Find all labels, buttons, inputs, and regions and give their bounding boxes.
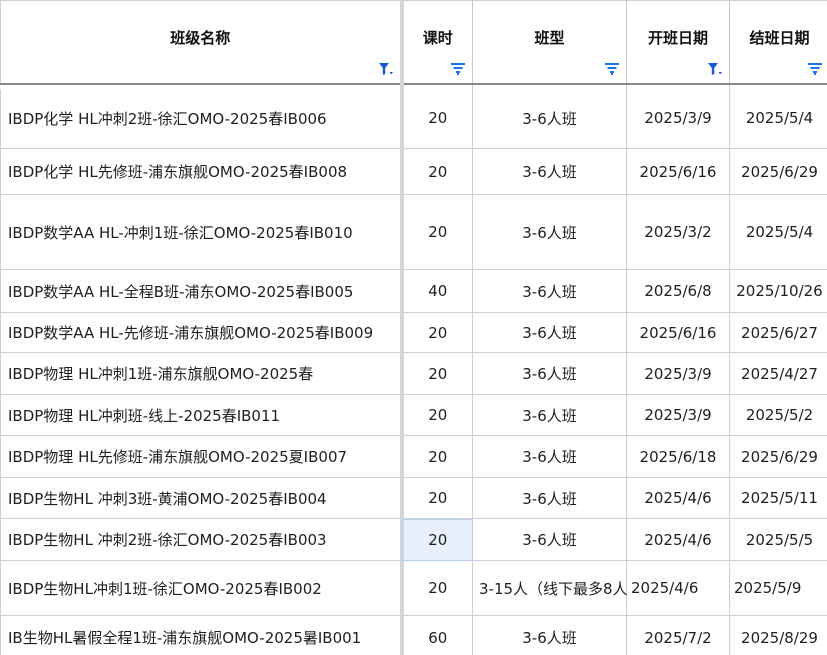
table-row: IBDP物理 HL冲刺班-线上-2025春IB011 20 3-6人班 2025…	[0, 394, 827, 436]
cell-hours[interactable]: 20	[401, 148, 473, 195]
table-row: IBDP数学AA HL-先修班-浦东旗舰OMO-2025春IB009 20 3-…	[0, 312, 827, 353]
cell-class-type[interactable]: 3-6人班	[472, 194, 627, 270]
cell-end-date[interactable]: 2025/5/2	[729, 394, 827, 436]
cell-class-type[interactable]: 3-6人班	[472, 312, 627, 353]
cell-hours[interactable]: 20	[401, 194, 473, 270]
cell-class-type[interactable]: 3-6人班	[472, 394, 627, 436]
table-row: IB生物HL暑假全程1班-浦东旗舰OMO-2025暑IB001 60 3-6人班…	[0, 615, 827, 655]
cell-class-name[interactable]: IB生物HL暑假全程1班-浦东旗舰OMO-2025暑IB001	[0, 615, 404, 655]
cell-class-name[interactable]: IBDP生物HL 冲刺2班-徐汇OMO-2025春IB003	[0, 518, 404, 561]
cell-class-type[interactable]: 3-6人班	[472, 615, 627, 655]
cell-start-date[interactable]: 2025/4/6	[626, 560, 730, 616]
cell-hours[interactable]: 20	[401, 394, 473, 436]
header-label: 结班日期	[749, 29, 810, 48]
cell-start-date[interactable]: 2025/3/2	[626, 194, 730, 270]
header-row: 班级名称 课时 班型 开班日期 结班日期	[0, 0, 827, 85]
header-start-date[interactable]: 开班日期	[626, 0, 730, 85]
cell-end-date[interactable]: 2025/6/29	[729, 435, 827, 478]
cell-start-date[interactable]: 2025/6/18	[626, 435, 730, 478]
cell-class-type[interactable]: 3-6人班	[472, 477, 627, 519]
cell-class-type[interactable]: 3-6人班	[472, 435, 627, 478]
cell-start-date[interactable]: 2025/3/9	[626, 394, 730, 436]
cell-class-name[interactable]: IBDP物理 HL先修班-浦东旗舰OMO-2025夏IB007	[0, 435, 404, 478]
cell-hours[interactable]: 20	[401, 477, 473, 519]
filter-active-icon[interactable]	[705, 59, 725, 78]
cell-class-name[interactable]: IBDP生物HL 冲刺3班-黄浦OMO-2025春IB004	[0, 477, 404, 519]
cell-class-name[interactable]: IBDP化学 HL冲刺2班-徐汇OMO-2025春IB006	[0, 88, 404, 149]
cell-class-type[interactable]: 3-6人班	[472, 88, 627, 149]
cell-class-type[interactable]: 3-6人班	[472, 148, 627, 195]
cell-hours[interactable]: 20	[401, 435, 473, 478]
header-class-type[interactable]: 班型	[472, 0, 627, 85]
filter-icon[interactable]	[448, 59, 468, 78]
header-hours[interactable]: 课时	[401, 0, 473, 85]
cell-start-date[interactable]: 2025/4/6	[626, 477, 730, 519]
header-label: 课时	[422, 29, 453, 48]
cell-end-date[interactable]: 2025/5/4	[729, 88, 827, 149]
cell-hours[interactable]: 60	[401, 615, 473, 655]
header-class-name[interactable]: 班级名称	[0, 0, 404, 85]
spreadsheet: 班级名称 课时 班型 开班日期 结班日期 IBDP化学 HL冲刺2班-徐汇OMO…	[0, 0, 827, 655]
cell-start-date[interactable]: 2025/6/16	[626, 312, 730, 353]
table-row: IBDP生物HL冲刺1班-徐汇OMO-2025春IB002 20 3-15人（线…	[0, 560, 827, 616]
filter-active-icon[interactable]	[375, 59, 396, 78]
filter-icon[interactable]	[805, 59, 825, 78]
filter-icon[interactable]	[602, 59, 622, 78]
cell-class-name[interactable]: IBDP数学AA HL-全程B班-浦东OMO-2025春IB005	[0, 269, 404, 313]
table-row: IBDP化学 HL冲刺2班-徐汇OMO-2025春IB006 20 3-6人班 …	[0, 88, 827, 149]
cell-hours[interactable]: 40	[401, 269, 473, 313]
header-label: 班型	[534, 29, 565, 48]
header-label: 开班日期	[647, 29, 708, 48]
cell-hours[interactable]: 20	[401, 560, 473, 616]
table-row: IBDP化学 HL先修班-浦东旗舰OMO-2025春IB008 20 3-6人班…	[0, 148, 827, 195]
cell-end-date[interactable]: 2025/5/9	[729, 560, 827, 616]
cell-class-name[interactable]: IBDP物理 HL冲刺班-线上-2025春IB011	[0, 394, 404, 436]
cell-end-date[interactable]: 2025/8/29	[729, 615, 827, 655]
cell-start-date[interactable]: 2025/7/2	[626, 615, 730, 655]
cell-class-type[interactable]: 3-15人（线下最多8人	[472, 560, 628, 616]
cell-hours[interactable]: 20	[401, 88, 473, 149]
header-end-date[interactable]: 结班日期	[729, 0, 827, 85]
cell-class-name[interactable]: IBDP生物HL冲刺1班-徐汇OMO-2025春IB002	[0, 560, 404, 616]
cell-end-date[interactable]: 2025/5/11	[729, 477, 827, 519]
table-row: IBDP生物HL 冲刺2班-徐汇OMO-2025春IB003 20 3-6人班 …	[0, 518, 827, 561]
cell-start-date[interactable]: 2025/6/8	[626, 269, 730, 313]
cell-class-name[interactable]: IBDP化学 HL先修班-浦东旗舰OMO-2025春IB008	[0, 148, 404, 195]
class-table: 班级名称 课时 班型 开班日期 结班日期 IBDP化学 HL冲刺2班-徐汇OMO…	[0, 0, 827, 655]
cell-end-date[interactable]: 2025/10/26	[729, 269, 827, 313]
cell-class-type[interactable]: 3-6人班	[472, 352, 627, 395]
cell-end-date[interactable]: 2025/4/27	[729, 352, 827, 395]
cell-start-date[interactable]: 2025/3/9	[626, 352, 730, 395]
cell-end-date[interactable]: 2025/5/4	[729, 194, 827, 270]
cell-hours[interactable]: 20	[401, 352, 473, 395]
table-row: IBDP物理 HL冲刺1班-浦东旗舰OMO-2025春 20 3-6人班 202…	[0, 352, 827, 395]
cell-class-name[interactable]: IBDP物理 HL冲刺1班-浦东旗舰OMO-2025春	[0, 352, 404, 395]
table-row: IBDP物理 HL先修班-浦东旗舰OMO-2025夏IB007 20 3-6人班…	[0, 435, 827, 478]
cell-end-date[interactable]: 2025/5/5	[729, 518, 827, 561]
cell-start-date[interactable]: 2025/4/6	[626, 518, 730, 561]
cell-class-name[interactable]: IBDP数学AA HL-冲刺1班-徐汇OMO-2025春IB010	[0, 194, 404, 270]
cell-hours[interactable]: 20	[401, 312, 473, 353]
cell-class-type[interactable]: 3-6人班	[472, 518, 627, 561]
cell-start-date[interactable]: 2025/6/16	[626, 148, 730, 195]
cell-start-date[interactable]: 2025/3/9	[626, 88, 730, 149]
header-label: 班级名称	[170, 29, 231, 48]
cell-end-date[interactable]: 2025/6/29	[729, 148, 827, 195]
table-row: IBDP数学AA HL-全程B班-浦东OMO-2025春IB005 40 3-6…	[0, 269, 827, 313]
cell-class-type[interactable]: 3-6人班	[472, 269, 627, 313]
cell-end-date[interactable]: 2025/6/27	[729, 312, 827, 353]
table-row: IBDP数学AA HL-冲刺1班-徐汇OMO-2025春IB010 20 3-6…	[0, 194, 827, 270]
cell-class-name[interactable]: IBDP数学AA HL-先修班-浦东旗舰OMO-2025春IB009	[0, 312, 404, 353]
cell-hours-selected[interactable]: 20	[401, 518, 473, 561]
table-row: IBDP生物HL 冲刺3班-黄浦OMO-2025春IB004 20 3-6人班 …	[0, 477, 827, 519]
